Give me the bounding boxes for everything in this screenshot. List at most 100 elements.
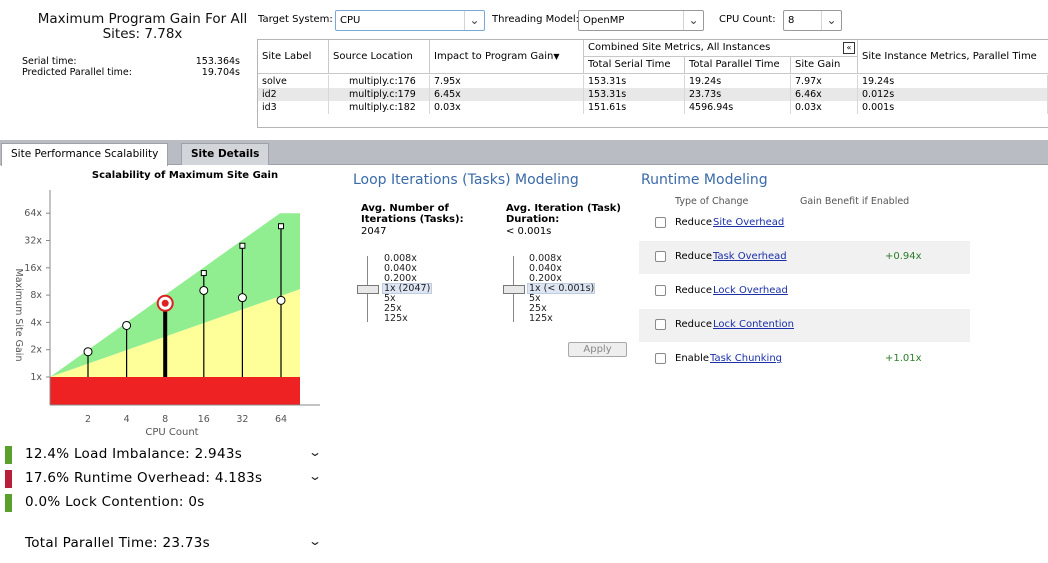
runtime-option-row: Reduce Site Overhead [639,207,970,240]
col-impact-label: Impact to Program Gain [434,51,554,62]
option-checkbox[interactable] [655,251,666,262]
runtime-option-row: Reduce Lock Contention [639,309,970,342]
collapse-icon[interactable]: « [843,42,855,54]
metric-row[interactable]: 12.4% Load Imbalance: 2.943s ⌄ [5,445,322,465]
upper-bound-marker [278,223,284,230]
parallel-time-row: Predicted Parallel time: 19.704s [22,67,240,78]
col-combined-metrics: Combined Site Metrics, All Instances « [584,40,858,57]
serial-time-label: Serial time: [22,56,77,67]
avg-iterations-label: Avg. Number of Iterations (Tasks): [361,203,464,225]
table-cell-parallel: 23.73s [685,88,791,101]
chevron-down-icon[interactable]: ⌄ [308,534,322,548]
avg-duration-label: Avg. Iteration (Task) Duration: [506,203,622,225]
table-cell-label: solve [258,75,329,88]
parallel-time-label: Predicted Parallel time: [22,67,132,78]
target-system-select[interactable]: CPU ⌄ [335,10,485,31]
option-checkbox[interactable] [655,353,666,364]
runtime-option-row: Reduce Lock Overhead [639,275,970,308]
table-cell-instance: 0.001s [858,101,1048,114]
sites-grid[interactable]: Site Label Source Location Impact to Pro… [257,39,1048,128]
avg-iterations-value: 2047 [361,226,387,237]
x-axis-label: CPU Count [145,427,198,438]
y-tick-label: 32x [24,236,42,247]
table-cell-serial: 153.31s [584,88,685,101]
option-checkbox[interactable] [655,319,666,330]
runtime-modeling-title: Runtime Modeling [641,172,768,188]
y-tick-label: 8x [30,290,42,301]
col-source-location[interactable]: Source Location [329,40,430,74]
serial-time-row: Serial time: 153.364s [22,56,240,67]
iterations-scale[interactable]: 0.008x 0.040x 0.200x 1x (2047) 5x 25x 125x [384,254,430,324]
scalability-chart: 1x 2x 4x 8x 16x 32x 64x 2 4 8 16 32 64 CPU Count Maxim… [13,190,320,438]
table-cell-label: id3 [258,101,329,114]
metric-color-bar [5,470,12,488]
serial-time-value: 153.364s [195,56,240,67]
scale-option[interactable]: 125x [529,314,594,324]
x-tick-label: 16 [198,414,210,425]
data-point [276,295,286,305]
y-axis-label: Maximum Site Gain [13,269,24,362]
upper-bound-marker [200,270,207,277]
table-row[interactable]: solve multiply.c:176 7.95x 153.31s 19.24s 7.9… [258,75,1048,88]
target-system-value: CPU [340,15,361,26]
option-checkbox[interactable] [655,217,666,228]
option-link[interactable]: Task Overhead [713,251,787,262]
chevron-down-icon[interactable]: ⌄ [821,11,841,30]
option-verb: Reduce [675,319,712,330]
total-parallel-time-row[interactable]: Total Parallel Time: 23.73s ⌄ [5,534,322,554]
col-site-gain[interactable]: Site Gain [791,57,858,74]
col-total-parallel[interactable]: Total Parallel Time [685,57,791,74]
iterations-slider-thumb[interactable] [357,285,379,294]
table-cell-instance: 0.012s [858,88,1048,101]
chevron-down-icon[interactable]: ⌄ [464,11,484,30]
scale-option[interactable]: 125x [384,314,430,324]
threading-model-select[interactable]: OpenMP ⌄ [578,10,704,31]
table-cell-serial: 151.61s [584,101,685,114]
col-total-serial[interactable]: Total Serial Time [584,57,685,74]
chevron-down-icon[interactable]: ⌄ [308,469,322,483]
col-gain-benefit: Gain Benefit if Enabled [800,196,910,207]
table-cell-gain: 0.03x [791,101,858,114]
option-verb: Reduce [675,285,712,296]
option-link[interactable]: Task Chunking [710,353,782,364]
option-gain: +0.94x [885,251,922,262]
metric-text: 12.4% Load Imbalance: 2.943s [25,446,243,462]
chart-title: Scalability of Maximum Site Gain [91,170,279,181]
col-impact[interactable]: Impact to Program Gain▼ [430,40,584,74]
table-cell-gain: 7.97x [791,75,858,88]
data-point [237,293,247,303]
tab-site-performance[interactable]: Site Performance Scalability [1,143,169,166]
target-system-label: Target System: [258,14,333,25]
col-type-of-change: Type of Change [675,196,749,207]
cpu-count-label: CPU Count: [719,14,776,25]
chevron-down-icon[interactable]: ⌄ [308,445,322,459]
tab-site-details[interactable]: Site Details [181,143,270,165]
chevron-down-icon[interactable]: ⌄ [683,11,703,30]
option-checkbox[interactable] [655,285,666,296]
col-site-label[interactable]: Site Label [258,40,329,74]
duration-slider-thumb[interactable] [503,285,525,294]
table-cell-serial: 153.31s [584,75,685,88]
table-row[interactable]: id2 multiply.c:179 6.45x 153.31s 23.73s 6.46x… [258,88,1048,101]
apply-button[interactable]: Apply [568,342,627,357]
col-instance-metrics[interactable]: Site Instance Metrics, Parallel Time [858,40,1048,74]
metric-row[interactable]: 17.6% Runtime Overhead: 4.183s ⌄ [5,469,322,489]
col-combined-label: Combined Site Metrics, All Instances [588,42,771,53]
duration-scale[interactable]: 0.008x 0.040x 0.200x 1x (< 0.001s) 5x 25x 125x [529,254,594,324]
metric-color-bar [5,494,12,512]
metric-text: 17.6% Runtime Overhead: 4.183s [25,470,263,486]
table-cell-instance: 19.24s [858,75,1048,88]
option-gain: +1.01x [885,353,922,364]
option-link[interactable]: Site Overhead [713,217,784,228]
threading-model-label: Threading Model: [492,14,580,25]
table-cell-source: multiply.c:179 [329,88,430,101]
option-link[interactable]: Lock Contention [713,319,794,330]
table-cell-impact: 0.03x [430,101,584,114]
runtime-option-row: Reduce Task Overhead +0.94x [639,241,970,274]
table-cell-gain: 6.46x [791,88,858,101]
table-row[interactable]: id3 multiply.c:182 0.03x 151.61s 4596.94s 0.0… [258,101,1048,114]
cpu-count-select[interactable]: 8 ⌄ [783,10,842,31]
sort-desc-icon: ▼ [553,52,560,61]
selected-point-core [161,299,169,307]
option-link[interactable]: Lock Overhead [713,285,788,296]
